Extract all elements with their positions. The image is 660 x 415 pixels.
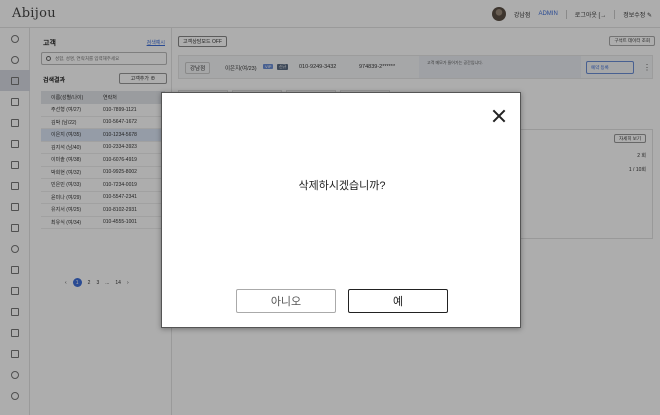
delete-confirm-dialog: 삭제하시겠습니까? 아니오 예 [161, 92, 521, 328]
yes-button[interactable]: 예 [348, 289, 448, 313]
no-button[interactable]: 아니오 [236, 289, 336, 313]
close-icon[interactable] [492, 109, 506, 123]
dialog-message: 삭제하시겠습니까? [298, 180, 386, 192]
